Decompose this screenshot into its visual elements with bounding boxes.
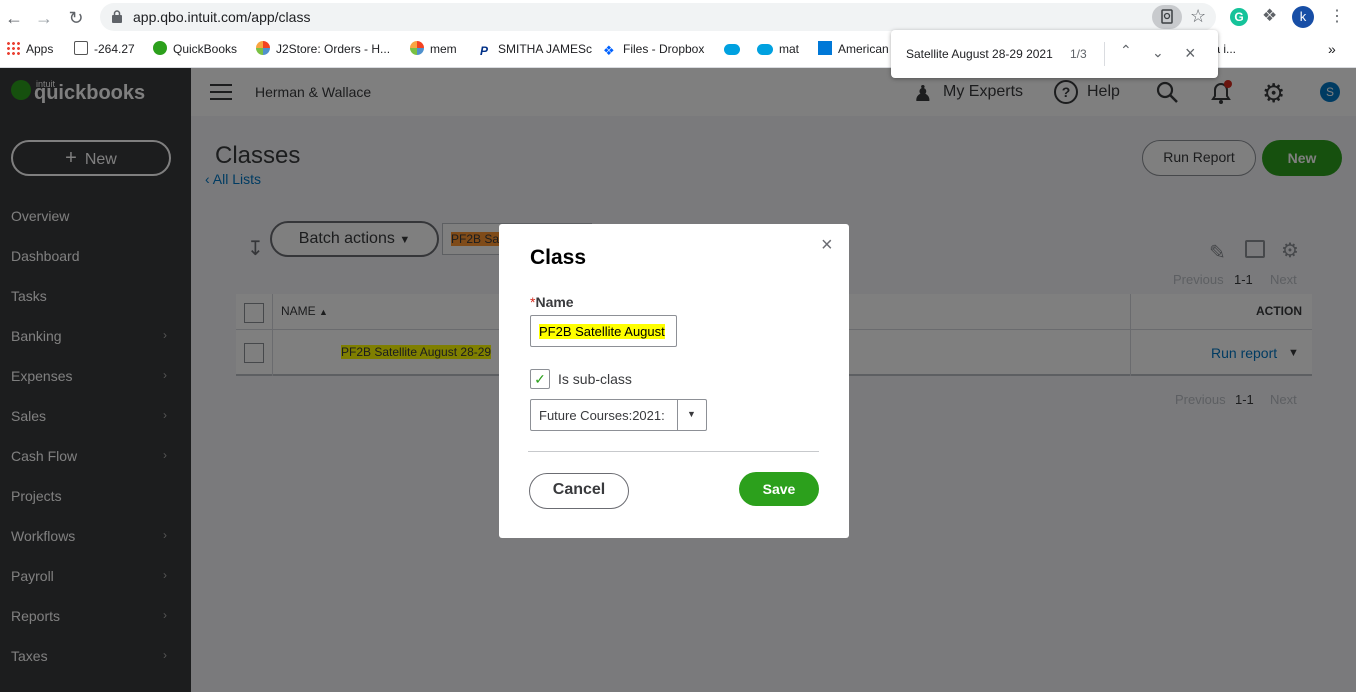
profile-avatar[interactable]: k: [1292, 6, 1314, 28]
menu-dots-icon[interactable]: ⋮: [1329, 6, 1345, 26]
subclass-label: Is sub-class: [558, 371, 632, 387]
save-button[interactable]: Save: [739, 472, 819, 506]
lock-icon: [112, 10, 122, 23]
name-field-label: *Name: [530, 294, 574, 310]
class-dialog: Class × *Name PF2B Satellite August ✓ Is…: [499, 224, 849, 538]
cancel-button[interactable]: Cancel: [529, 473, 629, 509]
paypal-icon: P: [480, 44, 489, 58]
dialog-title: Class: [530, 246, 587, 269]
find-match-count: 1/3: [1070, 47, 1087, 61]
forward-icon[interactable]: →: [32, 6, 56, 30]
find-divider: [1104, 42, 1105, 66]
bookmark-quickbooks[interactable]: QuickBooks: [153, 41, 237, 57]
joomla-icon: [410, 41, 424, 55]
dialog-divider: [528, 451, 819, 452]
bookmark-dropbox[interactable]: ❖ Files - Dropbox: [603, 41, 704, 58]
bookmark-mem[interactable]: mem: [410, 41, 457, 57]
salesforce-cloud-icon: [724, 44, 740, 55]
find-query[interactable]: Satellite August 28-29 2021: [906, 47, 1053, 61]
parent-class-value: Future Courses:2021:: [539, 408, 665, 423]
dropbox-icon: ❖: [603, 43, 615, 58]
find-previous-icon[interactable]: ⌃: [1120, 42, 1132, 59]
select-divider: [677, 400, 678, 430]
bookmark-salesforce[interactable]: [724, 41, 746, 57]
quickbooks-icon: [153, 41, 167, 55]
name-input-value: PF2B Satellite August: [539, 324, 665, 339]
star-icon[interactable]: ☆: [1190, 6, 1206, 27]
bookmark-mat[interactable]: mat: [757, 41, 799, 57]
name-input[interactable]: PF2B Satellite August: [530, 315, 677, 347]
close-icon[interactable]: ×: [821, 234, 833, 257]
find-bar: Satellite August 28-29 2021 1/3 ⌃ ⌃ ×: [891, 30, 1218, 78]
grammarly-icon[interactable]: G: [1230, 8, 1248, 26]
bookmark-paypal[interactable]: P SMITHA JAMESc: [480, 41, 592, 58]
address-bar[interactable]: app.qbo.intuit.com/app/class ☆: [100, 3, 1216, 31]
bookmark-j2store[interactable]: J2Store: Orders - H...: [256, 41, 390, 57]
reload-icon[interactable]: ↻: [64, 6, 88, 30]
subclass-checkbox[interactable]: ✓: [530, 369, 550, 389]
bookmark-balance[interactable]: -264.27: [74, 41, 135, 57]
bookmark-apps[interactable]: Apps: [6, 41, 53, 57]
find-close-icon[interactable]: ×: [1185, 43, 1196, 64]
bookmark-american[interactable]: American: [818, 41, 889, 57]
find-in-page-icon[interactable]: [1152, 5, 1182, 29]
dropdown-caret-icon[interactable]: ▼: [687, 409, 696, 419]
find-next-icon[interactable]: ⌃: [1152, 43, 1164, 60]
bookmarks-overflow-icon[interactable]: »: [1328, 41, 1336, 57]
joomla-icon: [256, 41, 270, 55]
bank-icon: [74, 41, 88, 55]
apps-grid-icon: [6, 41, 20, 55]
parent-class-select[interactable]: Future Courses:2021: ▼: [530, 399, 707, 431]
extensions-icon[interactable]: ❖: [1262, 6, 1277, 26]
url-text: app.qbo.intuit.com/app/class: [133, 9, 311, 25]
back-icon[interactable]: ←: [2, 6, 26, 30]
salesforce-cloud-icon: [757, 44, 773, 55]
american-icon: [818, 41, 832, 55]
